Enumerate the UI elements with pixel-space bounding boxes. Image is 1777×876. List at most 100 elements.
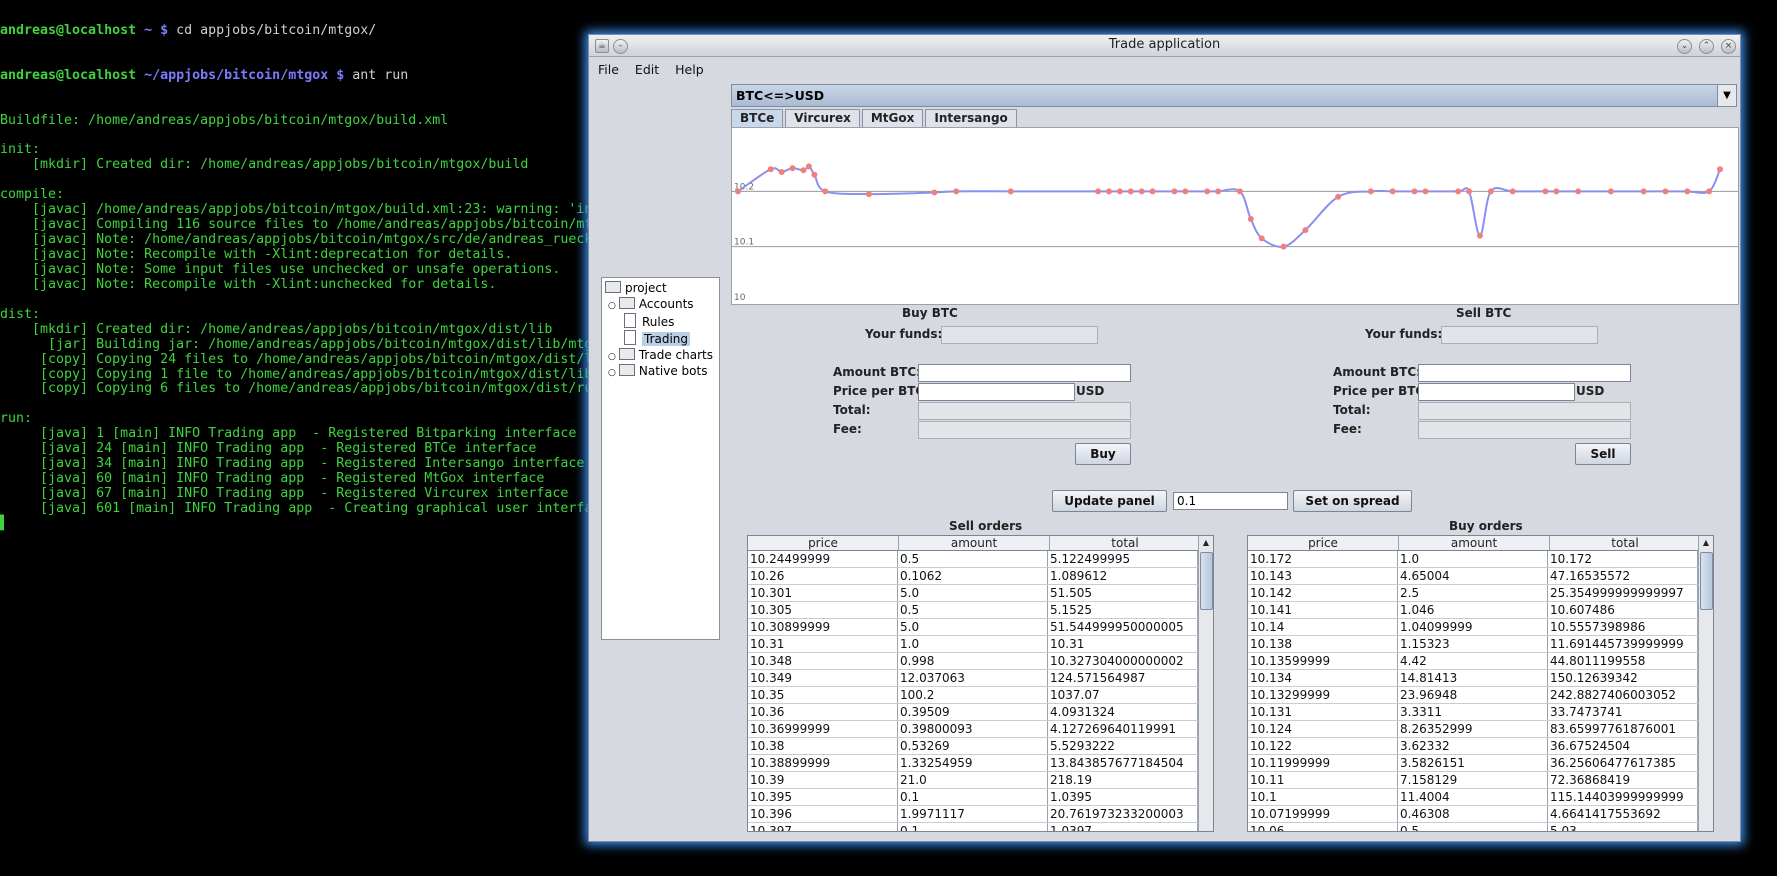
prompt-user: andreas@localhost [0, 67, 137, 83]
tree-item-label: Accounts [638, 297, 694, 311]
table-row[interactable]: 10.13599999 4.42 44.8011199558 [1248, 653, 1713, 670]
window-titlebar[interactable]: ☕ – Trade application ⌄ ⌃ × [589, 35, 1740, 57]
table-row[interactable]: 10.30899999 5.0 51.544999950000005 [748, 619, 1213, 636]
data-point [805, 163, 812, 170]
table-row[interactable]: 10.38 0.53269 5.5293222 [748, 738, 1213, 755]
table-row[interactable]: 10.134 14.81413 150.12639342 [1248, 670, 1713, 687]
menu-file[interactable]: File [589, 57, 626, 77]
terminal-line: [javac] Note: Recompile with -Xlint:depr… [0, 247, 513, 263]
spread-input[interactable]: 0.1 [1173, 492, 1288, 510]
column-header-price[interactable]: price [748, 536, 899, 550]
sell-price-input[interactable] [1418, 383, 1575, 401]
table-row[interactable]: 10.38899999 1.33254959 13.843857677184504 [748, 755, 1213, 772]
expand-icon[interactable]: ○ [608, 352, 616, 362]
terminal-line: [mkdir] Created dir: /home/andreas/appjo… [0, 157, 529, 173]
minimize-icon[interactable]: ⌄ [1677, 39, 1692, 54]
table-row[interactable]: 10.124 8.26352999 83.65997761876001 [1248, 721, 1713, 738]
column-header-amount[interactable]: amount [899, 536, 1050, 550]
close-icon[interactable]: × [1721, 39, 1736, 54]
table-row[interactable]: 10.1 11.4004 115.14403999999999 [1248, 789, 1713, 806]
table-row[interactable]: 10.142 2.5 25.354999999999997 [1248, 585, 1713, 602]
table-row[interactable]: 10.13299999 23.96948 242.8827406003052 [1248, 687, 1713, 704]
scroll-thumb[interactable] [1700, 552, 1713, 610]
table-row[interactable]: 10.11 7.158129 72.36868419 [1248, 772, 1713, 789]
tree-item-accounts[interactable]: ○ Accounts [608, 296, 694, 312]
data-point [822, 188, 829, 195]
cell-amount: 0.1 [898, 789, 1048, 805]
table-row[interactable]: 10.24499999 0.5 5.122499995 [748, 551, 1213, 568]
tab-vircurex[interactable]: Vircurex [785, 109, 860, 128]
tab-intersango[interactable]: Intersango [925, 109, 1017, 128]
expand-icon[interactable]: ○ [608, 301, 616, 311]
sell-orders-title: Sell orders [949, 519, 1023, 533]
tree-item-native-bots[interactable]: ○ Native bots [608, 363, 707, 379]
table-row[interactable]: 10.396 1.9971117 20.761973233200003 [748, 806, 1213, 823]
buy-amount-input[interactable] [918, 364, 1131, 382]
table-row[interactable]: 10.395 0.1 1.0395 [748, 789, 1213, 806]
column-header-amount[interactable]: amount [1399, 536, 1550, 550]
data-point [1171, 188, 1178, 195]
table-row[interactable]: 10.36 0.39509 4.0931324 [748, 704, 1213, 721]
table-row[interactable]: 10.143 4.65004 47.16535572 [1248, 568, 1713, 585]
table-row[interactable]: 10.36999999 0.39800093 4.127269640119991 [748, 721, 1213, 738]
table-row[interactable]: 10.397 0.1 1.0397 [748, 823, 1213, 831]
buy-button[interactable]: Buy [1075, 443, 1131, 465]
tab-btce[interactable]: BTCe [731, 109, 784, 128]
table-row[interactable]: 10.301 5.0 51.505 [748, 585, 1213, 602]
tree-item-trading[interactable]: Trading [624, 330, 691, 346]
table-row[interactable]: 10.26 0.1062 1.089612 [748, 568, 1213, 585]
table-row[interactable]: 10.11999999 3.5826151 36.25606477617385 [1248, 755, 1713, 772]
tree-root-project[interactable]: project [605, 280, 667, 296]
cell-total: 72.36868419 [1548, 772, 1698, 788]
cell-price: 10.11999999 [1248, 755, 1398, 771]
buy-orders-scrollbar[interactable]: ▲ [1698, 536, 1713, 831]
buy-orders-table[interactable]: price amount total 10.172 1.0 10.172 10.143… [1247, 535, 1714, 832]
table-row[interactable]: 10.131 3.3311 33.7473741 [1248, 704, 1713, 721]
sell-amount-input[interactable] [1418, 364, 1631, 382]
table-row[interactable]: 10.122 3.62332 36.67524504 [1248, 738, 1713, 755]
column-header-total[interactable]: total [1050, 536, 1201, 550]
table-row[interactable]: 10.349 12.037063 124.571564987 [748, 670, 1213, 687]
cell-price: 10.172 [1248, 551, 1398, 567]
cell-total: 10.327304000000002 [1048, 653, 1198, 669]
buy-price-input[interactable] [918, 383, 1075, 401]
maximize-icon[interactable]: ⌃ [1699, 39, 1714, 54]
table-row[interactable]: 10.39 21.0 218.19 [748, 772, 1213, 789]
tree-item-rules[interactable]: Rules [624, 313, 674, 329]
cell-price: 10.36 [748, 704, 898, 720]
table-row[interactable]: 10.06 0.5 5.03 [1248, 823, 1713, 831]
tab-mtgox[interactable]: MtGox [861, 109, 924, 128]
table-row[interactable]: 10.07199999 0.46308 4.6641417553692 [1248, 806, 1713, 823]
table-row[interactable]: 10.348 0.998 10.327304000000002 [748, 653, 1213, 670]
sell-button[interactable]: Sell [1575, 443, 1631, 465]
column-header-price[interactable]: price [1248, 536, 1399, 550]
column-header-total[interactable]: total [1550, 536, 1701, 550]
table-row[interactable]: 10.172 1.0 10.172 [1248, 551, 1713, 568]
buy-price-label: Price per BTC: [833, 384, 930, 398]
trade-application-window: ☕ – Trade application ⌄ ⌃ × File Edit Help… [588, 34, 1741, 842]
sell-orders-scrollbar[interactable]: ▲ [1198, 536, 1213, 831]
cell-price: 10.124 [1248, 721, 1398, 737]
cell-amount: 0.5 [898, 551, 1048, 567]
expand-icon[interactable]: ○ [608, 368, 616, 378]
tree-item-trade-charts[interactable]: ○ Trade charts [608, 347, 713, 363]
currency-pair-select[interactable]: BTC<=>USD ▼ [731, 84, 1737, 107]
table-row[interactable]: 10.138 1.15323 11.691445739999999 [1248, 636, 1713, 653]
scroll-thumb[interactable] [1200, 552, 1213, 610]
menu-edit[interactable]: Edit [626, 57, 666, 77]
table-row[interactable]: 10.305 0.5 5.1525 [748, 602, 1213, 619]
sell-orders-table[interactable]: price amount total 10.24499999 0.5 5.12249… [747, 535, 1214, 832]
terminal-line: [copy] Copying 1 file to /home/andreas/a… [0, 366, 593, 382]
data-point [1247, 216, 1254, 222]
scroll-up-icon[interactable]: ▲ [1699, 536, 1713, 550]
scroll-up-icon[interactable]: ▲ [1199, 536, 1213, 550]
update-panel-button[interactable]: Update panel [1052, 490, 1167, 512]
data-point [1662, 188, 1669, 195]
table-row[interactable]: 10.35 100.2 1037.07 [748, 687, 1213, 704]
menu-help[interactable]: Help [666, 57, 711, 77]
table-row[interactable]: 10.141 1.046 10.607486 [1248, 602, 1713, 619]
set-on-spread-button[interactable]: Set on spread [1293, 490, 1412, 512]
chevron-down-icon[interactable]: ▼ [1717, 85, 1736, 106]
table-row[interactable]: 10.14 1.04099999 10.5557398986 [1248, 619, 1713, 636]
table-row[interactable]: 10.31 1.0 10.31 [748, 636, 1213, 653]
